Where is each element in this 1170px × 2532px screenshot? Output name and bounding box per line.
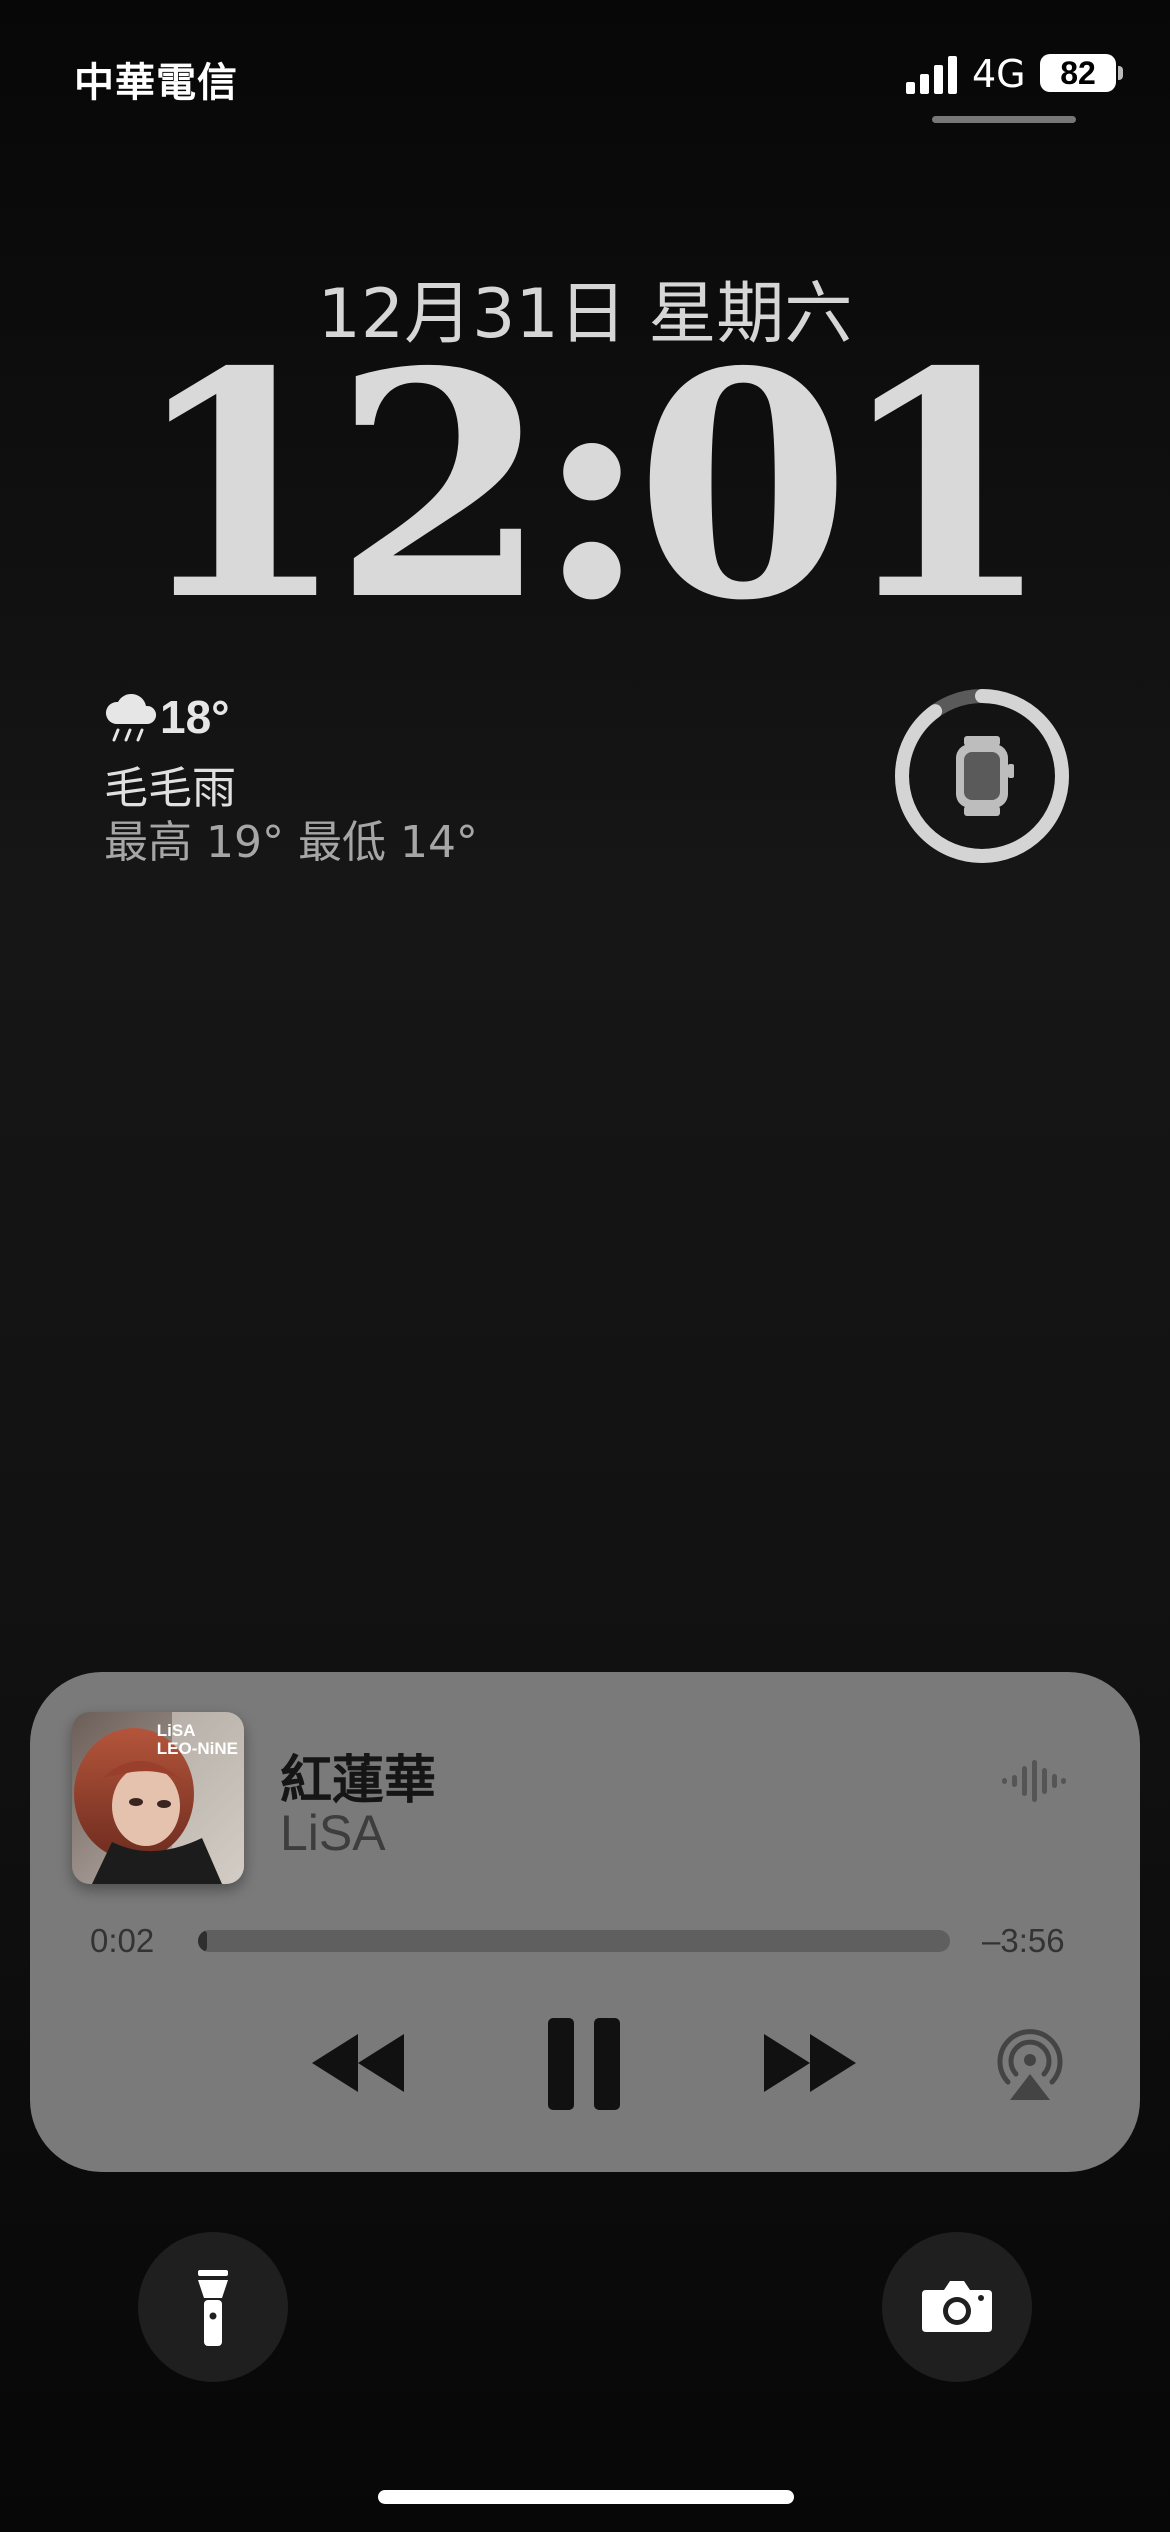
- rain-cloud-icon: [105, 693, 157, 742]
- track-title[interactable]: 紅蓮華: [280, 1738, 436, 1813]
- pause-button[interactable]: [548, 2018, 620, 2110]
- home-indicator[interactable]: [378, 2490, 794, 2504]
- pause-icon: [548, 2018, 620, 2110]
- rewind-button[interactable]: [308, 2030, 408, 2096]
- battery-icon: 82: [1040, 54, 1116, 92]
- airplay-button[interactable]: [990, 2024, 1070, 2104]
- camera-button[interactable]: [882, 2232, 1032, 2382]
- fast-forward-button[interactable]: [760, 2030, 860, 2096]
- apple-watch-icon: [956, 736, 1014, 816]
- control-center-indicator[interactable]: [932, 116, 1076, 123]
- waveform-icon[interactable]: [1002, 1758, 1066, 1804]
- weather-high-low[interactable]: 最高 19° 最低 14°: [104, 806, 478, 870]
- fast-forward-icon: [764, 2034, 856, 2092]
- rewind-icon: [312, 2034, 404, 2092]
- album-art-text: LiSA LEO-NiNE: [156, 1721, 238, 1758]
- flashlight-button[interactable]: [138, 2232, 288, 2382]
- camera-icon: [922, 2281, 992, 2332]
- track-artist[interactable]: LiSA: [280, 1804, 386, 1862]
- battery-level: 82: [1060, 55, 1096, 91]
- flashlight-icon: [198, 2270, 228, 2346]
- weather-temperature[interactable]: 18°: [160, 690, 230, 744]
- signal-strength-icon: [906, 56, 957, 94]
- lock-screen-clock[interactable]: 12:01: [0, 332, 1170, 642]
- watch-battery-widget[interactable]: [892, 686, 1072, 866]
- airplay-audio-icon: [997, 2029, 1063, 2100]
- battery-tip: [1118, 66, 1123, 80]
- remaining-time: –3:56: [982, 1922, 1065, 1959]
- carrier-name: 中華電信: [74, 60, 238, 106]
- playback-progress-fill: [198, 1930, 208, 1952]
- elapsed-time: 0:02: [90, 1922, 155, 1959]
- network-type: 4G: [972, 52, 1026, 96]
- album-art[interactable]: LiSA LEO-NiNE: [72, 1712, 244, 1884]
- playback-scrubber[interactable]: [198, 1930, 950, 1952]
